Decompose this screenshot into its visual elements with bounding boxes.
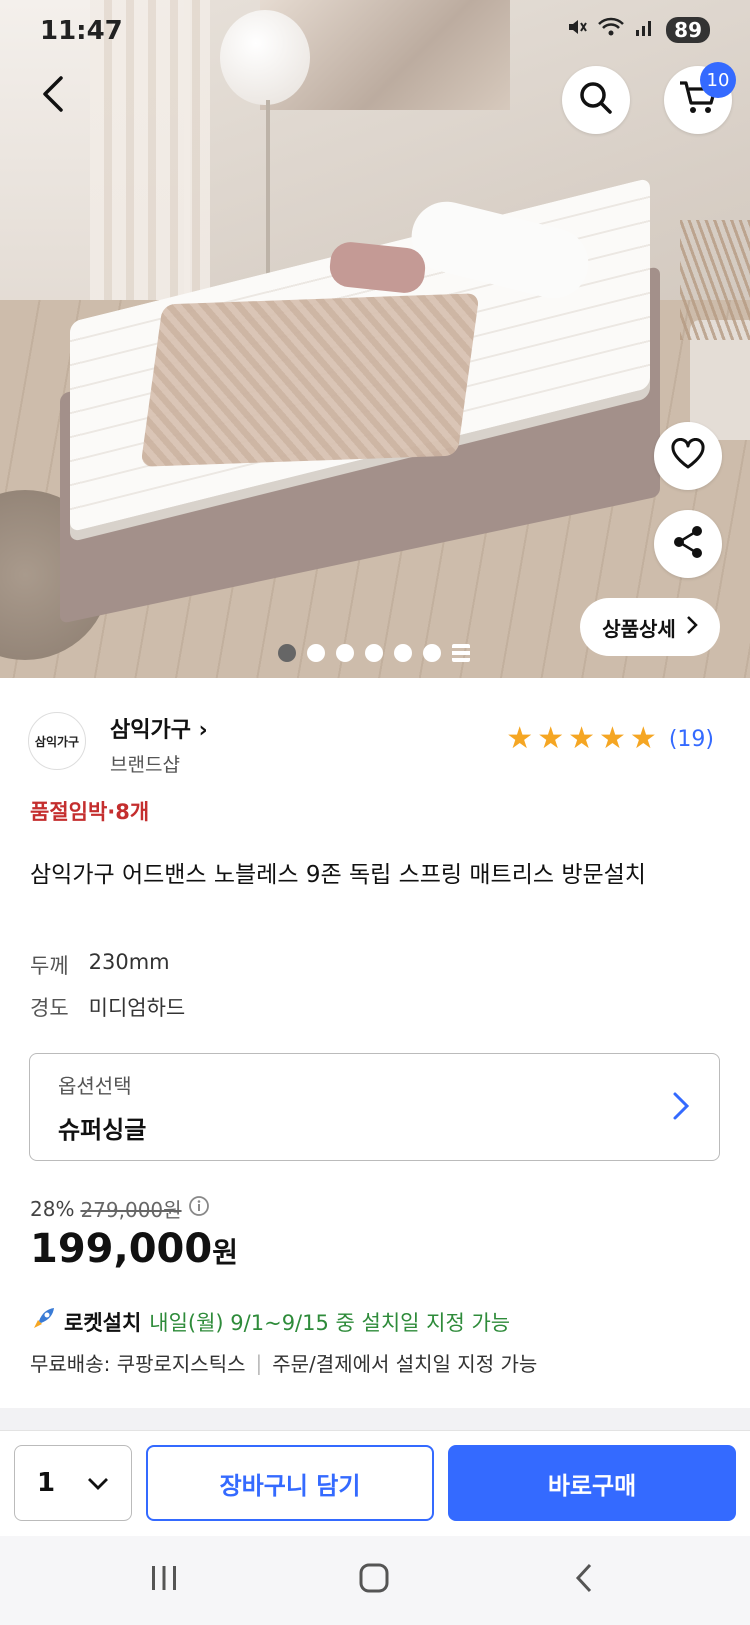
sale-price-value: 199,000 bbox=[30, 1226, 213, 1272]
brand-logo[interactable]: 삼익가구 bbox=[28, 712, 86, 770]
mute-icon bbox=[566, 16, 588, 44]
free-shipping: 무료배송: 쿠팡로지스틱스 bbox=[30, 1352, 246, 1376]
pager-dot[interactable] bbox=[278, 644, 296, 662]
wifi-icon bbox=[598, 16, 625, 44]
pager-dot[interactable] bbox=[423, 644, 441, 662]
share-button[interactable] bbox=[654, 510, 722, 578]
install-note: 주문/결제에서 설치일 지정 가능 bbox=[272, 1352, 538, 1376]
plant-decor bbox=[680, 220, 750, 340]
rocket-install-row: 로켓설치 내일(월) 9/1~9/15 중 설치일 지정 가능 bbox=[30, 1306, 510, 1337]
price-discount-row: 28% 279,000원 bbox=[30, 1194, 210, 1223]
rocket-install-label: 로켓설치 bbox=[64, 1310, 142, 1335]
spec-value: 230mm bbox=[88, 950, 170, 974]
info-icon[interactable] bbox=[188, 1195, 210, 1222]
pager-dot[interactable] bbox=[336, 644, 354, 662]
buy-now-button[interactable]: 바로구매 bbox=[448, 1445, 736, 1521]
currency: 원 bbox=[212, 1236, 238, 1269]
original-price: 279,000원 bbox=[80, 1198, 182, 1222]
heart-icon bbox=[670, 437, 706, 474]
recent-apps-icon bbox=[149, 1564, 179, 1596]
search-icon bbox=[577, 79, 615, 121]
option-select[interactable]: 옵션선택 슈퍼싱글 bbox=[29, 1053, 720, 1161]
home-icon bbox=[358, 1562, 390, 1598]
star-icon: ★ bbox=[537, 721, 565, 756]
wishlist-button[interactable] bbox=[654, 422, 722, 490]
stock-notice: 품절임박·8개 bbox=[30, 800, 150, 824]
back-button[interactable] bbox=[24, 66, 84, 126]
divider: | bbox=[255, 1350, 263, 1375]
pager-dot[interactable] bbox=[307, 644, 325, 662]
spec-row: 두께 230mm bbox=[30, 950, 170, 980]
pager-dot[interactable] bbox=[365, 644, 383, 662]
brand-name-link[interactable]: 삼익가구 › bbox=[110, 712, 208, 744]
spec-value: 미디엄하드 bbox=[88, 996, 186, 1020]
throw-blanket bbox=[140, 293, 480, 467]
lamp-pole-decor bbox=[266, 100, 270, 300]
image-pager[interactable] bbox=[278, 644, 470, 662]
battery-indicator: 89 bbox=[666, 17, 710, 43]
product-image[interactable] bbox=[0, 0, 750, 678]
system-back-button[interactable] bbox=[554, 1558, 614, 1602]
search-button[interactable] bbox=[562, 66, 630, 134]
sale-price: 199,000원 bbox=[30, 1226, 238, 1272]
pager-dot[interactable] bbox=[394, 644, 412, 662]
quantity-select[interactable]: 1 bbox=[14, 1445, 132, 1521]
star-icon: ★ bbox=[629, 721, 657, 756]
section-divider bbox=[0, 1408, 750, 1430]
spec-key: 경도 bbox=[30, 996, 69, 1020]
brand-shop-label: 브랜드샵 bbox=[110, 754, 180, 776]
status-icons: 89 bbox=[566, 16, 710, 44]
brand-logo-text: 삼익가구 bbox=[34, 734, 80, 749]
shipping-row: 무료배송: 쿠팡로지스틱스 | 주문/결제에서 설치일 지정 가능 bbox=[30, 1348, 537, 1377]
chevron-down-icon bbox=[87, 1468, 109, 1498]
spec-row: 경도 미디엄하드 bbox=[30, 992, 185, 1022]
quantity-value: 1 bbox=[37, 1468, 56, 1498]
product-title: 삼익가구 어드밴스 노블레스 9존 독립 스프링 매트리스 방문설치 bbox=[30, 862, 646, 888]
bottom-action-bar: 1 장바구니 담기 바로구매 bbox=[0, 1430, 750, 1536]
star-icon: ★ bbox=[568, 721, 596, 756]
status-time: 11:47 bbox=[40, 16, 123, 46]
chevron-right-icon bbox=[661, 1086, 701, 1126]
chevron-right-icon bbox=[686, 615, 698, 640]
install-date: 내일(월) 9/1~9/15 중 설치일 지정 가능 bbox=[149, 1310, 511, 1335]
rating[interactable]: ★ ★ ★ ★ ★ (19) bbox=[506, 724, 714, 754]
status-bar: 11:47 89 bbox=[0, 0, 750, 64]
product-detail-label: 상품상세 bbox=[602, 616, 676, 641]
option-label: 옵션선택 bbox=[58, 1074, 132, 1098]
back-arrow-icon bbox=[39, 74, 69, 118]
chevron-right-icon: › bbox=[190, 718, 208, 743]
review-count[interactable]: (19) bbox=[669, 727, 714, 752]
star-icon: ★ bbox=[506, 721, 534, 756]
add-to-cart-button[interactable]: 장바구니 담기 bbox=[146, 1445, 434, 1521]
signal-icon bbox=[634, 16, 656, 44]
option-value: 슈퍼싱글 bbox=[58, 1116, 147, 1144]
rocket-icon bbox=[30, 1306, 56, 1337]
system-nav-bar bbox=[0, 1536, 750, 1625]
recent-apps-button[interactable] bbox=[134, 1558, 194, 1602]
share-icon bbox=[670, 524, 706, 564]
product-detail-button[interactable]: 상품상세 bbox=[580, 598, 720, 656]
star-icon: ★ bbox=[599, 721, 626, 756]
pager-more-icon[interactable] bbox=[452, 644, 470, 662]
discount-rate: 28% bbox=[30, 1196, 75, 1221]
home-button[interactable] bbox=[344, 1558, 404, 1602]
brand-name: 삼익가구 bbox=[110, 718, 191, 743]
back-icon bbox=[574, 1562, 594, 1598]
cart-count-badge: 10 bbox=[700, 62, 736, 98]
spec-key: 두께 bbox=[30, 954, 69, 978]
